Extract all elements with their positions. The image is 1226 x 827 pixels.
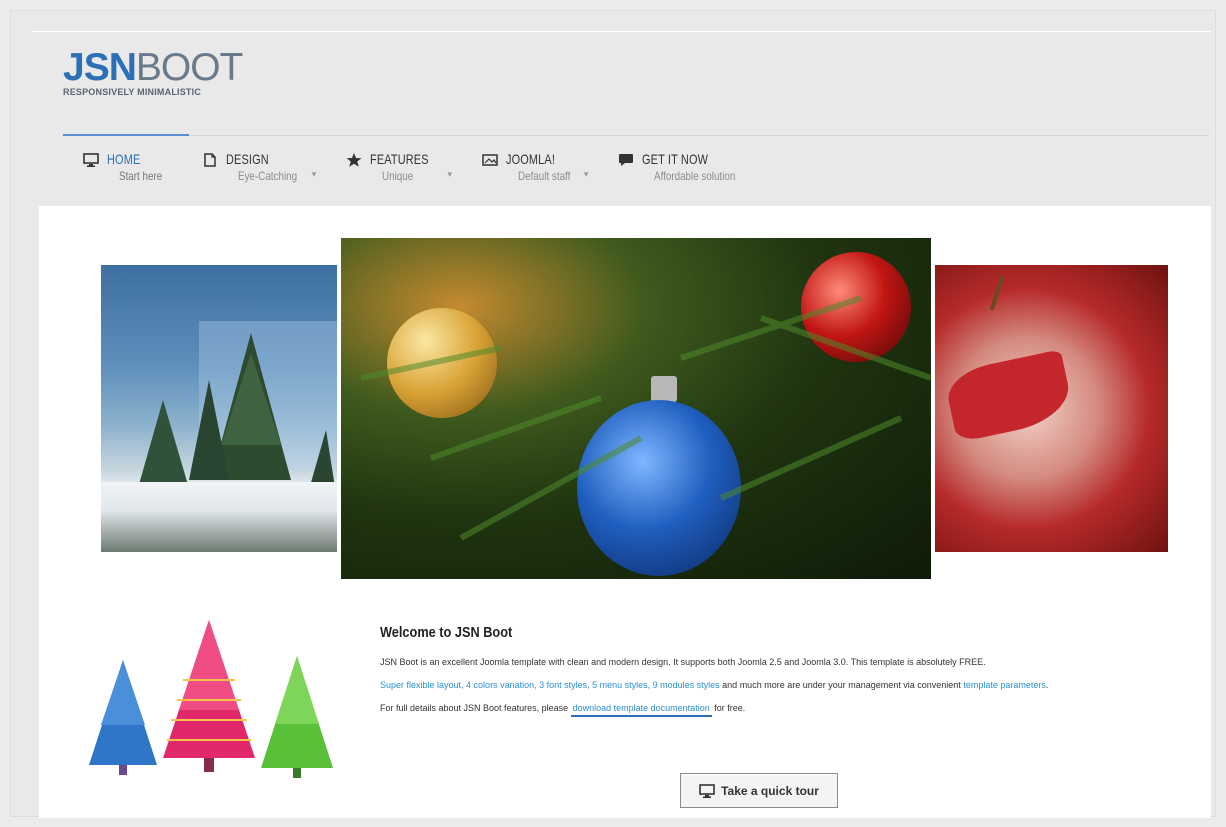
page-frame: JSNBOOT RESPONSIVELY MINIMALISTIC HOME S… bbox=[10, 10, 1216, 818]
features-end: . bbox=[1045, 680, 1049, 690]
nav-item-home[interactable]: HOME Start here bbox=[83, 151, 172, 183]
logo-light-text: BOOT bbox=[135, 46, 244, 89]
nav-label-features: FEATURES bbox=[370, 151, 429, 167]
details-paragraph: For full details about JSN Boot features… bbox=[380, 701, 1180, 717]
chat-icon bbox=[619, 154, 634, 166]
nav-item-features[interactable]: FEATURES Unique ▾ bbox=[346, 151, 452, 183]
intro-paragraph: JSN Boot is an excellent Joomla template… bbox=[380, 657, 986, 667]
nav-divider bbox=[63, 135, 1209, 136]
document-icon bbox=[203, 153, 216, 167]
tour-button-label: Take a quick tour bbox=[721, 783, 819, 798]
nav-label-design: DESIGN bbox=[225, 151, 269, 167]
nav-sub-get-it-now: Affordable solution bbox=[654, 169, 736, 183]
nav-sub-home: Start here bbox=[119, 169, 163, 183]
monitor-icon bbox=[83, 153, 99, 167]
pine-branches bbox=[360, 295, 931, 541]
nav-active-indicator bbox=[63, 134, 189, 136]
details-prefix: For full details about JSN Boot features… bbox=[380, 703, 571, 713]
features-paragraph: Super flexible layout, 4 colors variatio… bbox=[380, 678, 1180, 693]
welcome-title: Welcome to JSN Boot bbox=[380, 624, 513, 641]
nav-label-home: HOME bbox=[107, 151, 141, 167]
logo-bold-text: JSN bbox=[63, 46, 137, 89]
nav-item-design[interactable]: DESIGN Eye-Catching ▾ bbox=[202, 151, 317, 183]
chevron-down-icon: ▾ bbox=[583, 169, 589, 179]
nav-sub-design: Eye-Catching bbox=[237, 169, 297, 183]
nav-item-joomla[interactable]: JOOMLA! Default staff ▾ bbox=[482, 151, 588, 183]
nav-label-joomla: JOOMLA! bbox=[506, 151, 556, 167]
main-nav: HOME Start here DESIGN Eye-Catching ▾ FE… bbox=[83, 151, 784, 183]
template-parameters-link[interactable]: template parameters bbox=[963, 680, 1046, 690]
slide-image-frosted-apple[interactable] bbox=[935, 265, 1168, 552]
features-link[interactable]: Super flexible layout, 4 colors variatio… bbox=[380, 680, 720, 690]
slide-image-ornaments[interactable] bbox=[341, 238, 931, 579]
take-a-quick-tour-button[interactable]: Take a quick tour bbox=[680, 773, 838, 808]
red-leaf bbox=[943, 349, 1075, 443]
slide-image-winter-trees[interactable] bbox=[101, 265, 337, 552]
site-logo[interactable]: JSNBOOT RESPONSIVELY MINIMALISTIC bbox=[63, 46, 244, 98]
chevron-down-icon: ▾ bbox=[447, 169, 453, 179]
content-area: Welcome to JSN Boot JSN Boot is an excel… bbox=[39, 206, 1211, 818]
nav-sub-joomla: Default staff bbox=[518, 169, 571, 183]
chevron-down-icon: ▾ bbox=[311, 169, 317, 179]
nav-label-get-it-now: GET IT NOW bbox=[642, 151, 709, 167]
features-text: and much more are under your management … bbox=[719, 680, 964, 690]
nav-sub-features: Unique bbox=[382, 169, 414, 183]
nav-item-get-it-now[interactable]: GET IT NOW Affordable solution bbox=[618, 151, 753, 183]
star-icon bbox=[346, 153, 362, 167]
details-suffix: for free. bbox=[711, 703, 746, 713]
top-divider bbox=[31, 31, 1211, 32]
download-documentation-link[interactable]: download template documentation bbox=[570, 703, 712, 717]
apple-stem bbox=[989, 275, 1005, 311]
image-icon bbox=[482, 154, 498, 166]
welcome-section: Welcome to JSN Boot JSN Boot is an excel… bbox=[380, 624, 1180, 724]
christmas-trees-illustration bbox=[89, 620, 333, 778]
monitor-icon bbox=[699, 783, 715, 798]
